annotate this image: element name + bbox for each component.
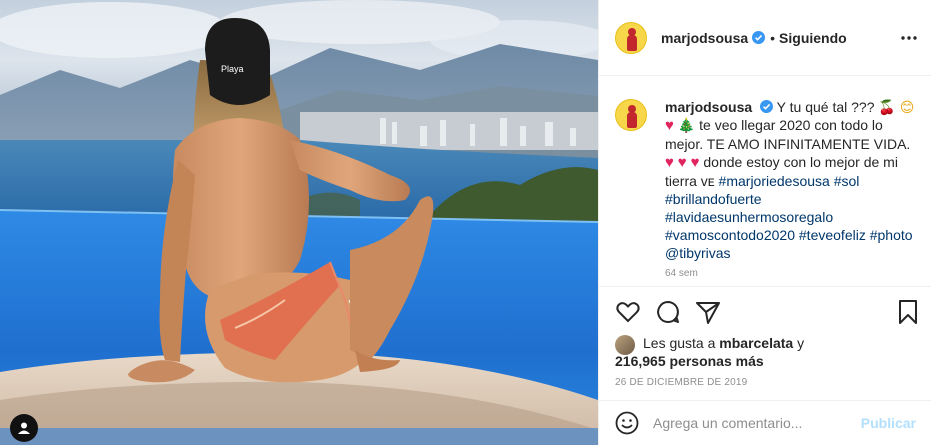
likes-count-link[interactable]: 216,965 personas más — [615, 353, 764, 369]
caption-time[interactable]: 64 sem — [665, 268, 916, 279]
hashtag-link[interactable]: #photo — [870, 227, 913, 243]
photo-scene: Playa — [0, 0, 598, 445]
comment-bar: Publicar — [599, 400, 931, 445]
likes-summary: Les gusta a mbarcelata y 216,965 persona… — [615, 334, 915, 370]
emoji-smile-icon[interactable] — [615, 411, 639, 435]
likes-line-1: Les gusta a mbarcelata y — [643, 334, 915, 352]
post-photo[interactable]: Playa — [0, 0, 598, 445]
post-header: marjodsousa • Siguiendo — [599, 0, 931, 76]
header-separator: • — [770, 29, 776, 46]
smile-emoji-icon: 😊 — [899, 99, 915, 115]
caption-avatar[interactable] — [615, 99, 647, 131]
hashtag-link[interactable]: #vamoscontodo2020 — [665, 227, 795, 243]
caption-username-link[interactable]: marjodsousa — [665, 99, 752, 115]
heart-emoji-icon: ♥ — [677, 154, 687, 171]
comment-input[interactable] — [653, 415, 853, 431]
cherries-emoji-icon: 🍒 — [878, 99, 896, 115]
hashtag-link[interactable]: #sol — [834, 173, 860, 189]
post-date[interactable]: 26 DE DICIEMBRE DE 2019 — [615, 377, 747, 388]
verified-badge-icon — [752, 31, 766, 44]
verified-badge-icon — [760, 100, 774, 113]
likes-prefix: Les gusta a — [643, 335, 716, 351]
publish-button[interactable]: Publicar — [861, 415, 916, 431]
liker-username-link[interactable]: mbarcelata — [719, 335, 793, 351]
action-bar — [599, 286, 931, 334]
hashtag-link[interactable]: #marjoriedesousa — [719, 173, 830, 189]
caption-line-1: Y tu qué tal ??? — [776, 99, 875, 115]
avatar[interactable] — [615, 21, 647, 54]
following-button[interactable]: Siguiendo — [779, 30, 847, 46]
likes-conjunction: y — [797, 335, 805, 351]
hashtag-link[interactable]: #teveofeliz — [799, 227, 866, 243]
bookmark-outline-icon[interactable] — [895, 299, 921, 325]
heart-outline-icon[interactable] — [615, 299, 641, 325]
caption-text: marjodsousa Y tu qué tal ??? 🍒 😊 ♥ 🎄 te … — [665, 98, 916, 262]
caption-line-2: te veo llegar 2020 con todo lo mejor. TE… — [665, 117, 911, 152]
heart-emoji-icon: ♥ — [665, 117, 674, 134]
heart-emoji-icon: ♥ — [690, 154, 700, 171]
caption-area: marjodsousa Y tu qué tal ??? 🍒 😊 ♥ 🎄 te … — [599, 76, 931, 286]
tagged-user-icon[interactable] — [10, 414, 38, 442]
cap-logo-text: Playa — [221, 64, 244, 74]
heart-emoji-icon: ♥ — [665, 154, 674, 171]
tree-emoji-icon: 🎄 — [677, 117, 696, 133]
liker-avatar[interactable] — [615, 335, 635, 355]
mention-link[interactable]: @tibyrivas — [665, 245, 731, 261]
comment-bubble-icon[interactable] — [655, 299, 681, 325]
post-side-panel: marjodsousa • Siguiendo marjodsousa Y tu… — [598, 0, 931, 445]
hashtag-link[interactable]: #lavidaesunhermosoregalo — [665, 209, 833, 225]
instagram-post-view: Playa marjodsousa • Siguiendo marjodsous… — [0, 0, 931, 445]
more-options-icon[interactable] — [900, 30, 918, 46]
header-username-link[interactable]: marjodsousa — [661, 30, 748, 46]
paper-plane-icon[interactable] — [695, 299, 721, 325]
hashtag-link[interactable]: #brillandofuerte — [665, 191, 762, 207]
